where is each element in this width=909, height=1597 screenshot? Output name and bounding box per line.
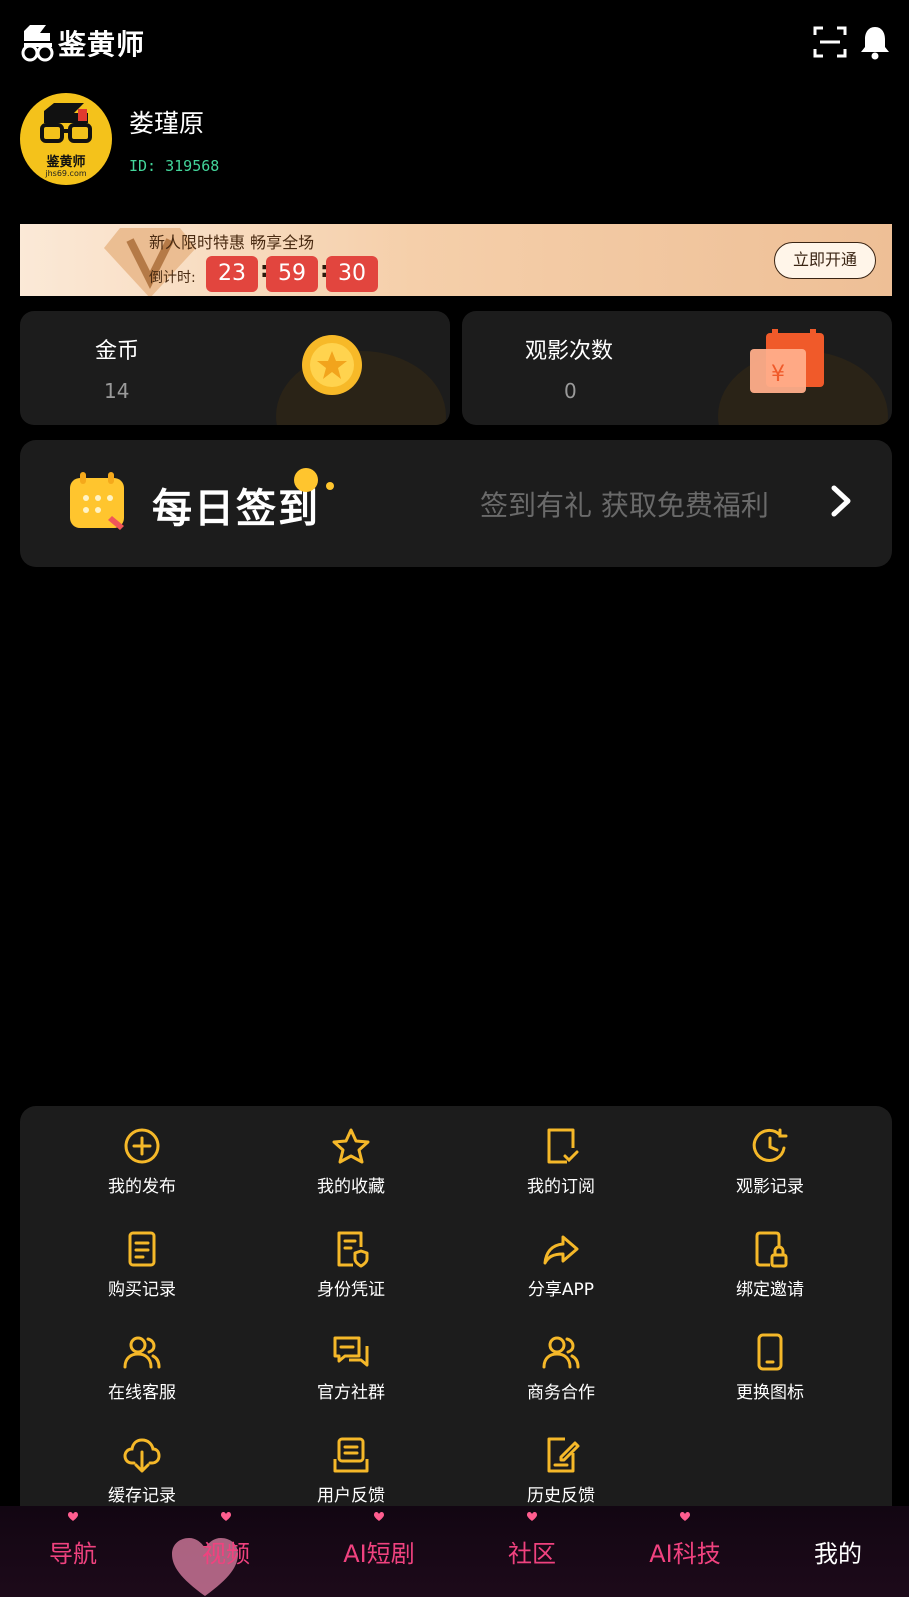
chat-bubbles-icon — [333, 1336, 369, 1367]
menu-item-business-cooperation[interactable]: 商务合作 — [491, 1332, 631, 1422]
top-bar: 鉴黄师 — [0, 0, 909, 86]
calendar-icon — [70, 472, 124, 530]
menu-label: 更换图标 — [736, 1383, 804, 1403]
countdown-label: 倒计时: — [149, 270, 196, 286]
menu-label: 购买记录 — [108, 1280, 176, 1300]
menu-label: 我的发布 — [108, 1177, 176, 1197]
bottom-nav: 导航 视频 AI短剧 社区 AI科技 我的 — [0, 1506, 909, 1597]
avatar-glasses-icon — [40, 103, 92, 143]
menu-label: 历史反馈 — [527, 1486, 595, 1506]
avatar-url-text: jhs69.com — [45, 169, 87, 178]
sparkle-icon — [294, 468, 334, 492]
app-logo: 鉴黄师 — [20, 22, 145, 64]
receipt-icon — [128, 1231, 156, 1267]
menu-item-official-community[interactable]: 官方社群 — [281, 1332, 421, 1422]
star-icon — [332, 1128, 370, 1164]
menu-item-customer-service[interactable]: 在线客服 — [72, 1332, 212, 1422]
username: 娄瑾原 — [129, 109, 205, 138]
menu-label: 缓存记录 — [108, 1486, 176, 1506]
vip-promo-banner[interactable]: 新人限时特惠 畅享全场 倒计时: 23 : 59 : 30 立即开通 — [20, 224, 892, 296]
gold-coin-icon — [302, 335, 362, 395]
menu-item-favorites[interactable]: 我的收藏 — [281, 1126, 421, 1216]
coins-card[interactable]: 金币 14 — [20, 311, 450, 425]
share-arrow-icon — [543, 1235, 579, 1265]
countdown-hours: 23 — [206, 256, 258, 292]
menu-label: 观影记录 — [736, 1177, 804, 1197]
nav-tab-ai-tech[interactable]: AI科技 — [610, 1534, 760, 1569]
menu-item-change-icon[interactable]: 更换图标 — [700, 1332, 840, 1422]
app-name: 鉴黄师 — [58, 28, 146, 61]
menu-item-share-app[interactable]: 分享APP — [491, 1229, 631, 1319]
phone-icon — [757, 1333, 783, 1371]
menu-label: 身份凭证 — [317, 1280, 385, 1300]
edit-doc-icon — [547, 1437, 580, 1473]
menu-item-watch-history[interactable]: 观影记录 — [700, 1126, 840, 1216]
user-id: ID: 319568 — [129, 157, 220, 175]
menu-label: 我的收藏 — [317, 1177, 385, 1197]
menu-label: 绑定邀请 — [736, 1280, 804, 1300]
ticket-icon: ¥ — [750, 329, 824, 393]
nav-tab-guide[interactable]: 导航 — [0, 1534, 148, 1569]
heart-icon — [680, 1512, 690, 1521]
bell-icon[interactable] — [857, 24, 893, 60]
nav-tab-video[interactable]: 视频 — [151, 1534, 301, 1569]
logo-glasses-icon — [21, 25, 54, 62]
menu-item-id-credential[interactable]: 身份凭证 — [281, 1229, 421, 1319]
nav-tab-mine[interactable]: 我的 — [763, 1534, 909, 1569]
menu-label: 我的订阅 — [527, 1177, 595, 1197]
history-clock-icon — [752, 1128, 788, 1162]
views-value: 0 — [564, 379, 577, 403]
avatar[interactable]: 鉴黄师 jhs69.com — [20, 93, 112, 185]
subscribe-doc-icon — [547, 1128, 579, 1164]
open-vip-button[interactable]: 立即开通 — [774, 242, 876, 279]
menu-label: 在线客服 — [108, 1383, 176, 1403]
menu-item-my-posts[interactable]: 我的发布 — [72, 1126, 212, 1216]
scan-icon[interactable] — [812, 24, 848, 60]
id-credential-icon — [337, 1231, 369, 1268]
daily-checkin-card[interactable]: 每日签到 签到有礼 获取免费福利 — [20, 440, 892, 567]
heart-icon — [68, 1512, 78, 1521]
coins-label: 金币 — [95, 339, 140, 364]
svg-text:¥: ¥ — [771, 362, 785, 387]
avatar-brand-text: 鉴黄师 — [46, 155, 86, 170]
menu-item-bind-invite[interactable]: 绑定邀请 — [700, 1229, 840, 1319]
views-label: 观影次数 — [525, 339, 614, 364]
chevron-right-icon[interactable] — [830, 484, 852, 518]
countdown-seconds: 30 — [326, 256, 378, 292]
menu-label: 商务合作 — [527, 1383, 595, 1403]
partners-icon — [542, 1336, 580, 1369]
heart-icon — [527, 1512, 537, 1521]
views-card[interactable]: 观影次数 0 ¥ — [462, 311, 892, 425]
countdown-minutes: 59 — [266, 256, 318, 292]
cloud-download-icon — [123, 1438, 161, 1473]
menu-item-purchase-history[interactable]: 购买记录 — [72, 1229, 212, 1319]
menu-item-subscriptions[interactable]: 我的订阅 — [491, 1126, 631, 1216]
feedback-tray-icon — [333, 1437, 369, 1473]
heart-icon — [221, 1512, 231, 1521]
nav-tab-community[interactable]: 社区 — [457, 1534, 607, 1569]
plus-circle-icon — [124, 1128, 160, 1164]
checkin-subtitle: 签到有礼 获取免费福利 — [480, 489, 769, 522]
menu-grid: 我的发布 我的收藏 我的订阅 观影记录 购买记录 身份凭证 分享APP 绑定邀请… — [20, 1106, 892, 1526]
users-icon — [123, 1336, 161, 1369]
menu-label: 分享APP — [527, 1280, 595, 1300]
nav-tab-ai-drama[interactable]: AI短剧 — [304, 1534, 454, 1569]
phone-lock-icon — [755, 1231, 788, 1268]
banner-title: 新人限时特惠 畅享全场 — [149, 233, 315, 252]
menu-label: 官方社群 — [317, 1383, 385, 1403]
menu-label: 用户反馈 — [317, 1486, 385, 1506]
heart-icon — [374, 1512, 384, 1521]
coins-value: 14 — [104, 379, 130, 403]
